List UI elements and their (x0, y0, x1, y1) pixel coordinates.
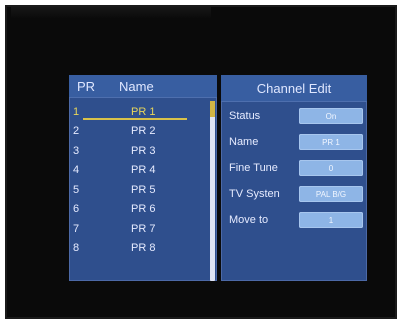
move-to-row[interactable]: Move to 1 (221, 208, 367, 232)
status-label: Status (229, 110, 261, 122)
tv-system-value[interactable]: PAL B/G (299, 186, 363, 202)
selection-underline (83, 118, 187, 120)
channel-number: 2 (73, 125, 80, 138)
channel-number: 1 (73, 105, 80, 118)
channel-row-8[interactable]: 8 PR 8 (69, 239, 217, 259)
channel-name: PR 3 (131, 144, 156, 157)
channel-edit-panel: Channel Edit Status On Name PR 1 Fine Tu… (221, 75, 367, 281)
channel-list-header: PR Name (69, 75, 217, 98)
pr-column-header: PR (77, 78, 96, 94)
channel-number: 5 (73, 183, 80, 196)
channel-row-1[interactable]: 1 PR 1 (69, 102, 217, 122)
scrollbar-thumb[interactable] (210, 101, 215, 117)
channel-list-scrollbar[interactable] (210, 101, 215, 281)
fine-tune-row[interactable]: Fine Tune 0 (221, 156, 367, 180)
channel-row-5[interactable]: 5 PR 5 (69, 180, 217, 200)
tv-system-row[interactable]: TV Systen PAL B/G (221, 182, 367, 206)
channel-name: PR 8 (131, 242, 156, 255)
channel-list-panel: PR Name 1 PR 1 2 PR 2 3 PR 3 4 PR 4 5 PR… (69, 75, 217, 281)
channel-name: PR 6 (131, 203, 156, 216)
channel-name: PR 7 (131, 222, 156, 235)
channel-name: PR 4 (131, 164, 156, 177)
channel-number: 6 (73, 203, 80, 216)
name-value[interactable]: PR 1 (299, 134, 363, 150)
channel-name: PR 2 (131, 125, 156, 138)
status-row[interactable]: Status On (221, 104, 367, 128)
fine-tune-label: Fine Tune (229, 162, 278, 174)
tv-screen: PR Name 1 PR 1 2 PR 2 3 PR 3 4 PR 4 5 PR… (5, 5, 397, 319)
channel-row-3[interactable]: 3 PR 3 (69, 141, 217, 161)
channel-number: 7 (73, 222, 80, 235)
channel-row-6[interactable]: 6 PR 6 (69, 200, 217, 220)
status-value[interactable]: On (299, 108, 363, 124)
channel-edit-title: Channel Edit (221, 75, 367, 102)
channel-name: PR 1 (131, 105, 156, 118)
channel-number: 3 (73, 144, 80, 157)
channel-number: 4 (73, 164, 80, 177)
name-label: Name (229, 136, 259, 148)
channel-list: 1 PR 1 2 PR 2 3 PR 3 4 PR 4 5 PR 5 6 PR … (69, 98, 217, 258)
move-to-value[interactable]: 1 (299, 212, 363, 228)
name-column-header: Name (119, 78, 154, 94)
channel-row-4[interactable]: 4 PR 4 (69, 161, 217, 181)
move-to-label: Move to (229, 214, 269, 226)
channel-number: 8 (73, 242, 80, 255)
top-glare (11, 7, 211, 19)
channel-row-7[interactable]: 7 PR 7 (69, 219, 217, 239)
channel-name: PR 5 (131, 183, 156, 196)
name-row[interactable]: Name PR 1 (221, 130, 367, 154)
tv-system-label: TV Systen (229, 188, 280, 200)
fine-tune-value[interactable]: 0 (299, 160, 363, 176)
channel-row-2[interactable]: 2 PR 2 (69, 122, 217, 142)
